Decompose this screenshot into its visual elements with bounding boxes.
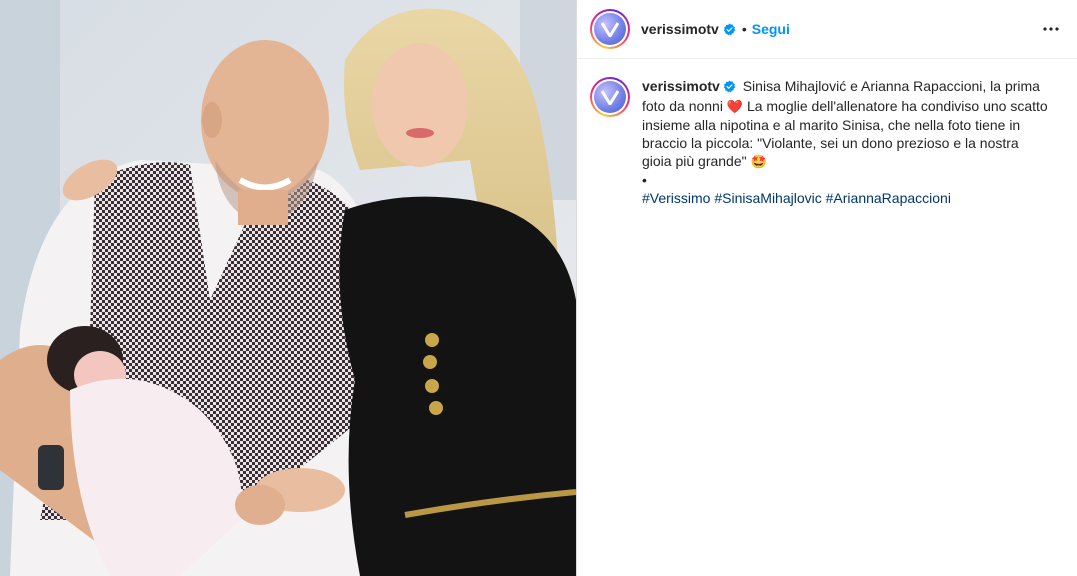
verissimo-logo-icon [594,13,626,45]
hashtag-link[interactable]: #Verissimo [642,190,710,206]
header-username[interactable]: verissimotv [641,21,719,37]
heart-emoji: ❤️ [726,99,744,114]
follow-button[interactable]: Segui [752,21,790,37]
hashtag-link[interactable]: #AriannaRapaccioni [826,190,951,206]
caption-bullet: • [642,172,647,188]
header-separator: • [741,21,747,37]
post-image [0,0,576,576]
hashtag-link[interactable]: #SinisaMihajlovic [714,190,821,206]
verissimo-logo-icon [594,81,626,113]
caption-username[interactable]: verissimotv [642,78,720,94]
profile-avatar[interactable] [590,9,630,49]
caption-avatar[interactable] [590,77,630,117]
verified-badge-icon [723,23,736,36]
more-options-icon[interactable] [1039,17,1063,41]
post-sidebar: verissimotv • Segui verissimotv Sinisa M… [576,0,1077,576]
post-header: verissimotv • Segui [577,0,1077,59]
verified-badge-icon [723,79,736,97]
post-photo[interactable] [0,0,576,576]
star-eyes-emoji: 🤩 [750,154,767,169]
caption-block: verissimotv Sinisa Mihajlović e Arianna … [577,59,1077,207]
hashtag-list: #Verissimo #SinisaMihajlovic #AriannaRap… [642,190,951,206]
caption-text: verissimotv Sinisa Mihajlović e Arianna … [642,77,1052,207]
